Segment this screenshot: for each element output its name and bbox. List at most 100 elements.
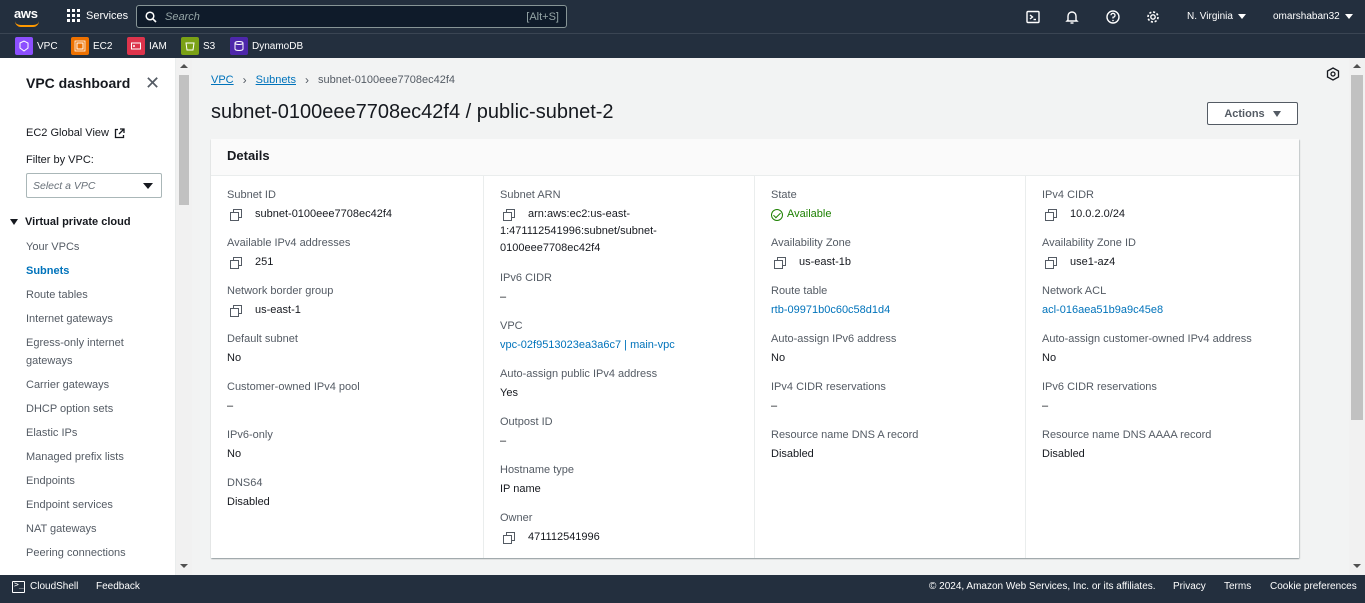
favorite-vpc[interactable]: VPC	[15, 37, 58, 55]
sidebar-scrollbar[interactable]	[176, 58, 192, 575]
ec2-global-view-link[interactable]: EC2 Global View	[26, 127, 125, 139]
actions-button[interactable]: Actions	[1207, 102, 1298, 125]
details-panel: Details Subnet ID subnet-0100eee7708ec42…	[211, 139, 1299, 558]
sidebar-item-subnets[interactable]: Subnets	[26, 262, 146, 280]
field-subnet-arn: Subnet ARN arn:aws:ec2:us-east- 1:4711125…	[500, 189, 657, 254]
field-auto-assign-ipv6: Auto-assign IPv6 address No	[771, 333, 897, 364]
field-hostname-type: Hostname type IP name	[500, 464, 574, 495]
favorite-dynamodb[interactable]: DynamoDB	[230, 37, 303, 55]
chevron-down-icon	[1344, 14, 1353, 19]
page-title: subnet-0100eee7708ec42f4 / public-subnet…	[211, 101, 614, 123]
cookie-preferences-link[interactable]: Cookie preferences	[1270, 581, 1357, 592]
copy-icon[interactable]	[1045, 209, 1057, 221]
status-badge: Available	[771, 206, 1021, 223]
main-scrollbar-thumb[interactable]	[1351, 75, 1363, 420]
sidebar-title[interactable]: VPC dashboard	[26, 75, 130, 91]
network-acl-link[interactable]: acl-016aea51b9a9c45e8	[1042, 302, 1163, 319]
feedback-link[interactable]: Feedback	[96, 581, 140, 592]
field-ipv4-cidr: IPv4 CIDR 10.0.2.0/24	[1042, 189, 1126, 221]
help-icon[interactable]	[1106, 10, 1120, 24]
copy-icon[interactable]	[503, 209, 515, 221]
iam-service-icon	[127, 37, 145, 55]
sidebar-item-route-tables[interactable]: Route tables	[26, 286, 146, 304]
privacy-link[interactable]: Privacy	[1173, 581, 1206, 592]
cloudshell-icon[interactable]	[12, 580, 25, 593]
copy-icon[interactable]	[774, 257, 786, 269]
field-network-border-group: Network border group us-east-1	[227, 285, 334, 317]
favorite-s3[interactable]: S3	[181, 37, 215, 55]
sidebar-item-egress-only-internet-gateways[interactable]: Egress-only internet gateways	[26, 334, 146, 370]
vpc-filter-select[interactable]: Select a VPC	[26, 173, 162, 198]
field-availability-zone-id: Availability Zone ID use1-az4	[1042, 237, 1136, 269]
breadcrumb-current: subnet-0100eee7708ec42f4	[318, 74, 456, 86]
sidebar-item-nat-gateways[interactable]: NAT gateways	[26, 520, 146, 538]
search-input[interactable]: Search [Alt+S]	[136, 5, 567, 28]
copy-icon[interactable]	[230, 305, 242, 317]
favorites-bar: VPC EC2 IAM S3 DynamoDB	[0, 33, 1365, 58]
caret-down-icon	[1272, 110, 1281, 117]
terms-link[interactable]: Terms	[1224, 581, 1251, 592]
caret-down-icon	[143, 182, 153, 189]
account-menu[interactable]: omarshaban32	[1273, 11, 1353, 22]
copy-icon[interactable]	[230, 209, 242, 221]
sidebar-item-elastic-ips[interactable]: Elastic IPs	[26, 424, 146, 442]
breadcrumb-subnets[interactable]: Subnets	[256, 74, 296, 86]
field-default-subnet: Default subnet No	[227, 333, 298, 364]
chevron-down-icon	[1237, 14, 1246, 19]
copy-icon[interactable]	[230, 257, 242, 269]
breadcrumb: VPC › Subnets › subnet-0100eee7708ec42f4	[211, 73, 455, 87]
field-ipv4-cidr-reservations: IPv4 CIDR reservations –	[771, 381, 886, 412]
breadcrumb-vpc[interactable]: VPC	[211, 74, 234, 86]
services-menu-button[interactable]: Services	[67, 9, 128, 22]
caret-down-icon	[10, 219, 18, 225]
field-state: State Available	[771, 189, 1021, 223]
sidebar-item-managed-prefix-lists[interactable]: Managed prefix lists	[26, 448, 146, 466]
field-ipv6-cidr-reservations: IPv6 CIDR reservations –	[1042, 381, 1157, 412]
route-table-link[interactable]: rtb-09971b0c60c58d1d4	[771, 302, 890, 319]
ec2-service-icon	[71, 37, 89, 55]
field-available-ipv4: Available IPv4 addresses 251	[227, 237, 351, 269]
field-dns64: DNS64 Disabled	[227, 477, 270, 508]
details-heading: Details	[211, 139, 1299, 176]
field-auto-assign-public-ipv4: Auto-assign public IPv4 address Yes	[500, 368, 658, 399]
favorite-ec2[interactable]: EC2	[71, 37, 112, 55]
details-column-4: IPv4 CIDR 10.0.2.0/24 Availability Zone …	[1025, 176, 1299, 558]
sidebar-item-endpoint-services[interactable]: Endpoint services	[26, 496, 146, 514]
info-panel-icon[interactable]	[1326, 67, 1340, 81]
close-icon[interactable]: ✕	[145, 74, 160, 92]
grid-icon	[67, 9, 80, 22]
cloudshell-link[interactable]: CloudShell	[30, 581, 78, 592]
vpc-link[interactable]: vpc-02f9513023ea3a6c7 | main-vpc	[500, 337, 675, 354]
sidebar-scrollbar-thumb[interactable]	[179, 75, 189, 205]
sidebar-item-dhcp-option-sets[interactable]: DHCP option sets	[26, 400, 146, 418]
gear-icon[interactable]	[1146, 10, 1160, 24]
field-vpc: VPC vpc-02f9513023ea3a6c7 | main-vpc	[500, 320, 750, 354]
sidebar: VPC dashboard ✕ EC2 Global View Filter b…	[0, 58, 176, 575]
field-route-table: Route table rtb-09971b0c60c58d1d4	[771, 285, 1021, 319]
sidebar-item-peering-connections[interactable]: Peering connections	[26, 544, 146, 562]
copy-icon[interactable]	[503, 532, 515, 544]
favorite-iam[interactable]: IAM	[127, 37, 167, 55]
field-auto-assign-customer-owned: Auto-assign customer-owned IPv4 address …	[1042, 333, 1252, 364]
region-selector[interactable]: N. Virginia	[1187, 11, 1246, 22]
dynamodb-service-icon	[230, 37, 248, 55]
sidebar-item-internet-gateways[interactable]: Internet gateways	[26, 310, 146, 328]
details-column-1: Subnet ID subnet-0100eee7708ec42f4 Avail…	[211, 176, 483, 558]
field-dns-aaaa-record: Resource name DNS AAAA record Disabled	[1042, 429, 1212, 460]
sidebar-item-carrier-gateways[interactable]: Carrier gateways	[26, 376, 146, 394]
sidebar-item-endpoints[interactable]: Endpoints	[26, 472, 146, 490]
details-column-2: Subnet ARN arn:aws:ec2:us-east- 1:4711125…	[483, 176, 754, 558]
copy-icon[interactable]	[1045, 257, 1057, 269]
aws-logo[interactable]: aws	[14, 6, 42, 28]
bell-icon[interactable]	[1065, 10, 1079, 24]
section-virtual-private-cloud[interactable]: Virtual private cloud	[10, 216, 131, 228]
field-availability-zone: Availability Zone us-east-1b	[771, 237, 851, 269]
chevron-right-icon: ›	[305, 73, 309, 87]
vpc-service-icon	[15, 37, 33, 55]
services-label: Services	[86, 9, 129, 22]
search-shortcut: [Alt+S]	[526, 10, 559, 23]
sidebar-item-your-vpcs[interactable]: Your VPCs	[26, 238, 146, 256]
cloudshell-icon[interactable]	[1026, 10, 1040, 24]
main-scrollbar[interactable]	[1349, 58, 1365, 575]
external-link-icon	[114, 127, 125, 138]
